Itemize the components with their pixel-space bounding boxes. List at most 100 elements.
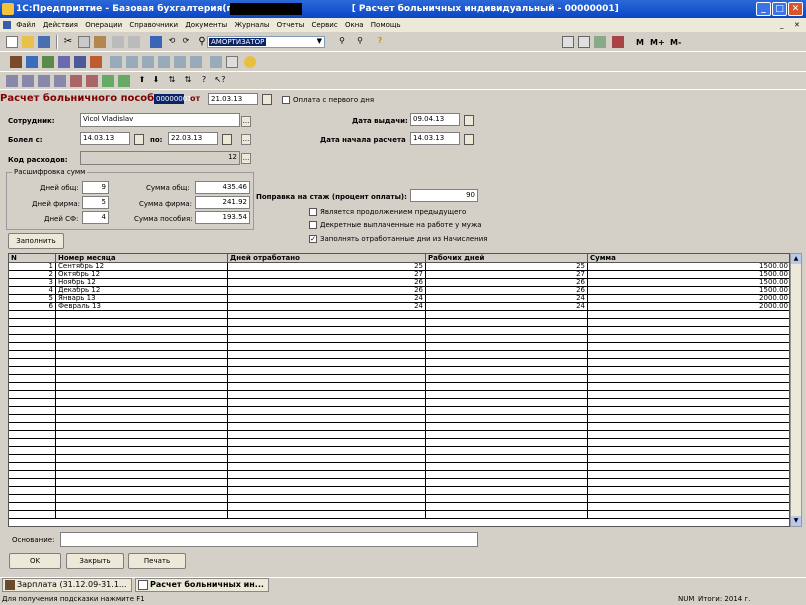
table-cell-work_days[interactable]: 24 (426, 303, 588, 311)
table-cell-worked[interactable]: 26 (228, 279, 426, 287)
col-header-workdays[interactable]: Рабочих дней (426, 254, 588, 263)
table-cell-n[interactable] (9, 415, 56, 423)
table-cell-work_days[interactable] (426, 463, 588, 471)
table-cell-n[interactable]: 3 (9, 279, 56, 287)
table-row[interactable] (9, 431, 789, 439)
table-row[interactable] (9, 511, 789, 519)
table-cell-month[interactable] (56, 487, 228, 495)
table-cell-n[interactable] (9, 439, 56, 447)
table-row[interactable]: 1 Сентябрь 12 25 25 1500.00 (9, 263, 789, 271)
table-cell-sum[interactable] (588, 455, 789, 463)
table-cell-sum[interactable] (588, 503, 789, 511)
table-cell-work_days[interactable] (426, 343, 588, 351)
table-cell-sum[interactable] (588, 367, 789, 375)
table-row[interactable] (9, 415, 789, 423)
table-cell-sum[interactable] (588, 407, 789, 415)
table-cell-work_days[interactable] (426, 487, 588, 495)
fill-button[interactable]: Заполнить (8, 233, 64, 249)
table-row[interactable] (9, 383, 789, 391)
table-row[interactable]: 3 Ноябрь 12 26 26 1500.00 (9, 279, 789, 287)
table-cell-month[interactable] (56, 327, 228, 335)
table-cell-n[interactable] (9, 479, 56, 487)
table-cell-sum[interactable]: 1500.00 (588, 271, 789, 279)
table-cell-n[interactable] (9, 311, 56, 319)
table-cell-worked[interactable] (228, 375, 426, 383)
table-cell-worked[interactable] (228, 511, 426, 519)
table-cell-worked[interactable]: 24 (228, 295, 426, 303)
table-cell-worked[interactable] (228, 431, 426, 439)
table-cell-worked[interactable] (228, 415, 426, 423)
table-cell-sum[interactable]: 2000.00 (588, 295, 789, 303)
table-cell-month[interactable] (56, 391, 228, 399)
table-cell-worked[interactable] (228, 311, 426, 319)
col-header-sum[interactable]: Сумма (588, 254, 789, 263)
table-cell-month[interactable] (56, 383, 228, 391)
table-cell-sum[interactable] (588, 391, 789, 399)
table-cell-month[interactable] (56, 455, 228, 463)
close-form-button[interactable]: Закрыть (66, 553, 124, 569)
menu-references[interactable]: Справочники (129, 21, 178, 29)
basis-field[interactable] (60, 532, 478, 547)
minimize-icon[interactable]: _ (756, 2, 771, 16)
move-down-icon[interactable]: ⬇ (150, 75, 162, 87)
table-cell-worked[interactable]: 24 (228, 303, 426, 311)
search-combo[interactable]: АМОРТИЗАТОР ▼ (207, 36, 325, 48)
table-cell-work_days[interactable] (426, 511, 588, 519)
table-cell-work_days[interactable] (426, 423, 588, 431)
journal-icon[interactable] (42, 56, 54, 68)
print-button[interactable]: Печать (128, 553, 186, 569)
balance-icon[interactable] (110, 56, 122, 68)
table-cell-worked[interactable] (228, 343, 426, 351)
table-cell-sum[interactable] (588, 311, 789, 319)
table-cell-month[interactable] (56, 495, 228, 503)
table-cell-month[interactable]: Сентябрь 12 (56, 263, 228, 271)
close-icon[interactable]: ✕ (788, 2, 803, 16)
table-cell-n[interactable] (9, 335, 56, 343)
table-cell-sum[interactable] (588, 487, 789, 495)
table-cell-worked[interactable]: 25 (228, 263, 426, 271)
table-cell-n[interactable] (9, 455, 56, 463)
days-total-field[interactable]: 9 (82, 181, 109, 194)
table-cell-worked[interactable] (228, 471, 426, 479)
calc-start-field[interactable]: 14.03.13 (410, 132, 460, 145)
table-cell-month[interactable] (56, 407, 228, 415)
table-cell-n[interactable] (9, 487, 56, 495)
sick-period-button[interactable]: ... (241, 134, 251, 145)
calc-start-calendar-icon[interactable] (464, 134, 474, 145)
table-cell-month[interactable] (56, 335, 228, 343)
table-cell-n[interactable] (9, 431, 56, 439)
doc-copy-icon[interactable] (22, 75, 34, 87)
notes-icon[interactable] (210, 56, 222, 68)
table-cell-sum[interactable] (588, 319, 789, 327)
accounts-icon[interactable] (26, 56, 38, 68)
expense-code-select-button[interactable]: ... (241, 153, 251, 164)
menu-actions[interactable]: Действия (43, 21, 78, 29)
table-cell-n[interactable]: 5 (9, 295, 56, 303)
calculator-icon[interactable] (150, 36, 162, 48)
table-cell-n[interactable] (9, 503, 56, 511)
cut-icon[interactable]: ✂ (62, 36, 74, 48)
table-cell-n[interactable] (9, 327, 56, 335)
find-next-icon[interactable]: ⚲ (336, 36, 348, 48)
table-row[interactable] (9, 399, 789, 407)
taskbar-item-sick-calc[interactable]: Расчет больничных ин... (135, 578, 269, 592)
table-cell-work_days[interactable] (426, 383, 588, 391)
table-cell-sum[interactable] (588, 431, 789, 439)
table-cell-month[interactable]: Ноябрь 12 (56, 279, 228, 287)
table-cell-n[interactable] (9, 383, 56, 391)
table-cell-worked[interactable]: 27 (228, 271, 426, 279)
table-cell-n[interactable] (9, 511, 56, 519)
entries-icon[interactable] (74, 56, 86, 68)
table-row[interactable] (9, 455, 789, 463)
table-row[interactable]: 4 Декабрь 12 26 26 1500.00 (9, 287, 789, 295)
col-header-month[interactable]: Номер месяца (56, 254, 228, 263)
table-cell-worked[interactable] (228, 335, 426, 343)
table-cell-sum[interactable]: 2000.00 (588, 303, 789, 311)
table-cell-worked[interactable] (228, 495, 426, 503)
sum-benefit-field[interactable]: 193.54 (195, 211, 250, 224)
m-plus-button[interactable]: M+ (650, 38, 665, 47)
table-cell-worked[interactable] (228, 407, 426, 415)
table-cell-worked[interactable] (228, 359, 426, 367)
table-cell-worked[interactable]: 26 (228, 287, 426, 295)
col-header-n[interactable]: N (9, 254, 56, 263)
